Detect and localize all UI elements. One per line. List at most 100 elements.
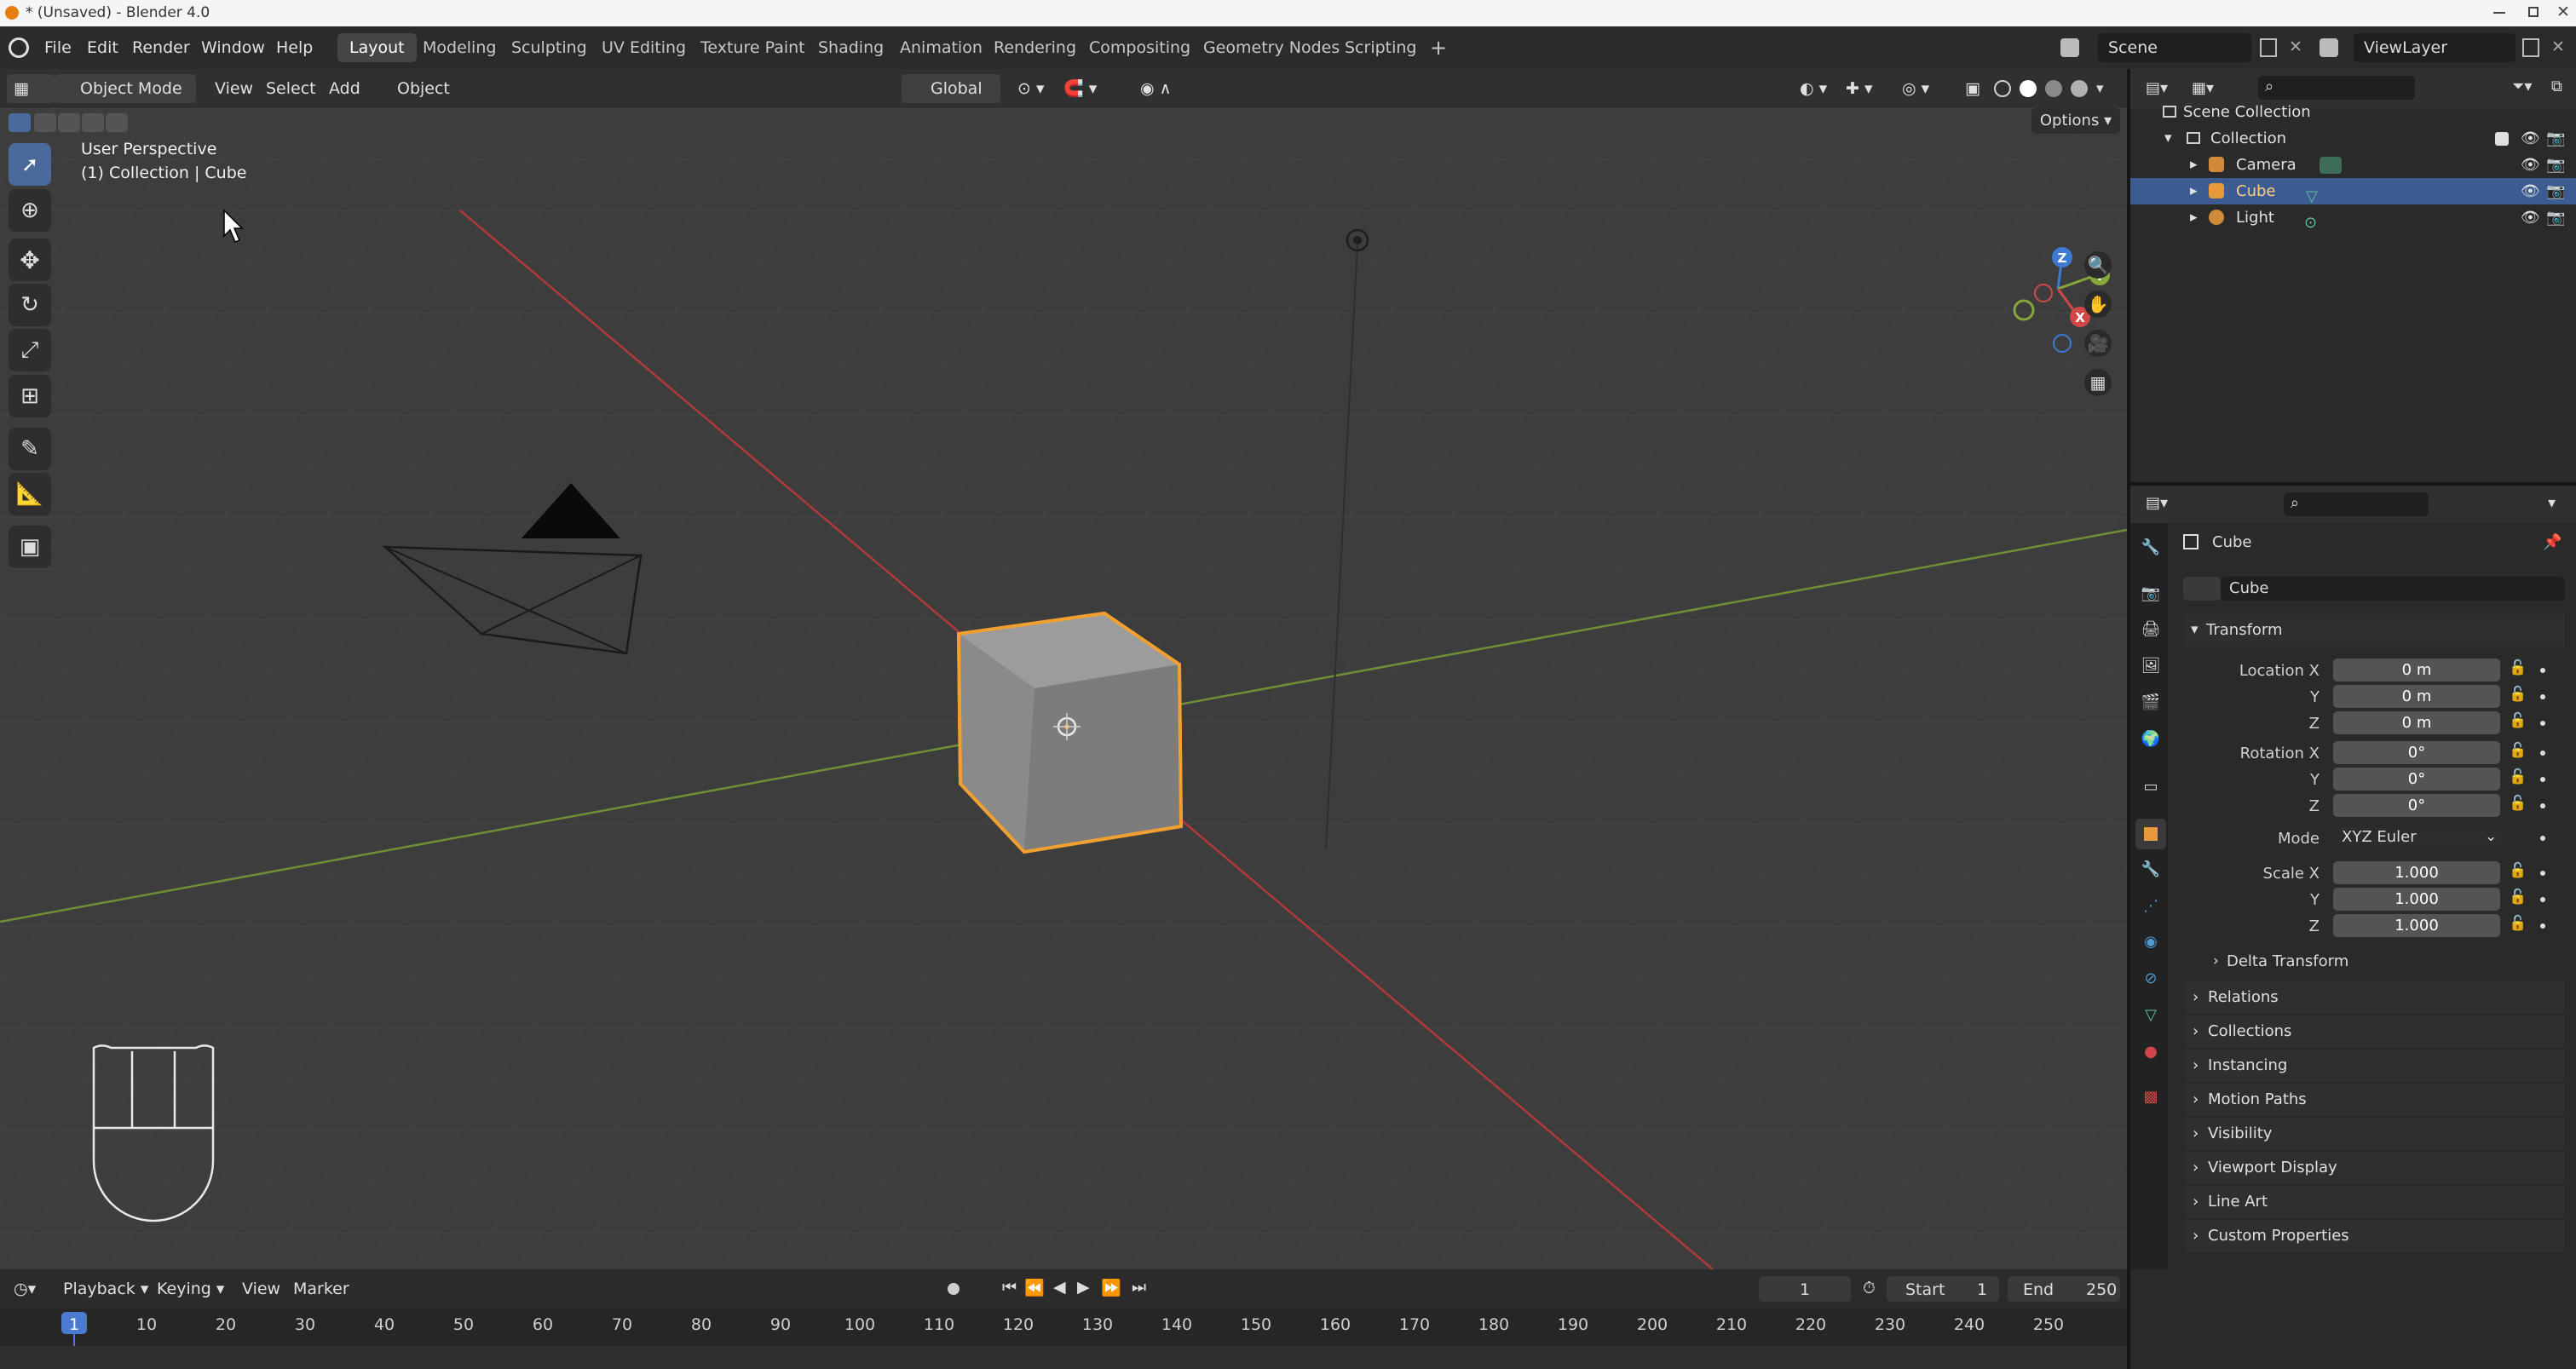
tab-layout[interactable]: Layout [337,33,417,62]
collection-tab-icon[interactable]: ▭ [2138,774,2164,799]
auto-keying-icon[interactable] [948,1283,960,1295]
cube-render-icon[interactable]: 📷 [2546,178,2565,204]
rendered-shading-icon[interactable] [2071,80,2088,97]
cube-expand-icon[interactable]: ▸ [2190,178,2198,204]
play-icon[interactable]: ▶ [1077,1278,1090,1297]
editor-type-icon[interactable]: ▦ [7,74,55,103]
pin-icon[interactable]: 📌 [2543,533,2562,551]
solid-shading-icon[interactable] [2020,80,2037,97]
marker-menu[interactable]: Marker [286,1274,356,1303]
new-view-layer-icon[interactable] [2522,38,2539,57]
tab-modeling[interactable]: Modeling [411,33,508,62]
tab-scripting[interactable]: Scripting [1333,33,1429,62]
properties-editor-type-icon[interactable]: ▤▾ [2146,494,2168,512]
rotate-tool[interactable]: ↻ [9,284,51,326]
close-icon[interactable]: ✕ [2556,3,2570,21]
keyframe-location-y-icon[interactable] [2540,694,2545,699]
render-tab-icon[interactable]: 📷 [2138,580,2164,606]
outliner-filter-icon[interactable]: ⏷▾ [2512,78,2532,95]
outliner-item-light[interactable]: ▸ Light ⊙ 👁 📷 [2130,204,2576,232]
mode-select[interactable]: Object Mode ▾ [55,74,196,127]
outliner-editor-type-icon[interactable]: ▤▾ [2146,79,2168,97]
lock-location-x-icon[interactable]: 🔓 [2509,659,2527,676]
jump-to-keyframe-back-icon[interactable]: ⏪ [1024,1278,1045,1297]
select-box-tool[interactable]: ➚ [9,143,51,186]
jump-to-end-icon[interactable]: ⏭ [1132,1278,1146,1297]
tab-uv-editing[interactable]: UV Editing [590,33,698,62]
delta-transform-subpanel[interactable]: › Delta Transform [2203,947,2565,978]
tab-sculpting[interactable]: Sculpting [499,33,599,62]
options-button[interactable]: Options ▾ [2031,108,2120,134]
play-reverse-icon[interactable]: ◀ [1053,1278,1066,1297]
scale-y-field[interactable]: 1.000 [2333,888,2500,911]
collection-expand-icon[interactable]: ▾ [2164,125,2172,152]
select-menu[interactable]: Select [259,74,323,103]
select-extend-icon[interactable] [34,113,56,132]
new-scene-icon[interactable] [2260,38,2277,57]
perspective-toggle-icon[interactable]: ▦ [2084,369,2112,396]
panel-visibility[interactable]: › Visibility [2186,1118,2565,1151]
add-workspace-icon[interactable]: + [1418,33,1459,62]
proportional-editing-icon[interactable]: ◉ ∧ [1133,74,1179,103]
lock-scale-x-icon[interactable]: 🔓 [2509,862,2527,879]
particles-tab-icon[interactable]: ⋰ [2138,893,2164,918]
modifier-tab-icon[interactable]: 🔧 [2138,856,2164,882]
pan-icon[interactable]: ✋ [2084,290,2112,318]
panel-collections[interactable]: › Collections [2186,1015,2565,1049]
rotation-y-field[interactable]: 0° [2333,768,2500,791]
wireframe-shading-icon[interactable] [1994,80,2011,97]
menu-file[interactable]: File [36,26,80,69]
menu-help[interactable]: Help [268,26,321,69]
visibility-filter-icon[interactable]: ◐ ▾ [1793,74,1834,103]
view-menu[interactable]: View [208,74,260,103]
view-layer-icon[interactable] [2320,38,2338,57]
camera-data-icon[interactable] [2320,157,2342,174]
scene-tab-icon[interactable]: 🎬 [2138,689,2164,715]
lock-scale-y-icon[interactable]: 🔓 [2509,889,2527,906]
lock-rotation-x-icon[interactable]: 🔓 [2509,742,2527,759]
timeline-track[interactable] [0,1346,2127,1369]
gizmo-toggle-icon[interactable]: ✚ ▾ [1839,74,1880,103]
cursor-tool[interactable]: ⊕ [9,189,51,232]
keyframe-mode-icon[interactable] [2540,836,2545,841]
panel-motion-paths[interactable]: › Motion Paths [2186,1084,2565,1117]
timeline-view-menu[interactable]: View [235,1274,287,1303]
remove-scene-icon[interactable]: ✕ [2289,37,2302,56]
menu-window[interactable]: Window [193,26,274,69]
outliner-collection[interactable]: ▾ Collection 👁 📷 [2130,125,2576,152]
outliner-scene-collection[interactable]: Scene Collection [2130,99,2576,125]
transform-panel-header[interactable]: ▾ Transform [2186,614,2565,647]
light-render-icon[interactable]: 📷 [2546,204,2565,231]
select-subtract-icon[interactable] [58,113,80,132]
constraints-tab-icon[interactable]: ⊘ [2138,965,2164,991]
object-name-field[interactable] [2221,577,2565,601]
shading-options-icon[interactable]: ▾ [2096,80,2104,97]
zoom-icon[interactable]: 🔍 [2084,251,2112,279]
outliner-item-cube[interactable]: ▸ Cube ▽ 👁 📷 [2130,178,2576,205]
camera-expand-icon[interactable]: ▸ [2190,152,2198,178]
rotation-z-field[interactable]: 0° [2333,794,2500,817]
display-mode-icon[interactable]: ▦▾ [2192,79,2214,97]
new-collection-icon[interactable]: ⧉ [2551,78,2562,95]
view-layer-tab-icon[interactable]: 🖼 [2138,653,2164,678]
properties-options-icon[interactable]: ▾ [2548,494,2556,512]
scene-icon[interactable] [2060,38,2079,57]
rotation-x-field[interactable]: 0° [2333,741,2500,764]
tab-geometry-nodes[interactable]: Geometry Nodes [1191,33,1351,62]
keyframe-rotation-x-icon[interactable] [2540,751,2545,756]
scale-z-field[interactable]: 1.000 [2333,914,2500,937]
outliner-search-input[interactable] [2258,76,2415,100]
location-y-field[interactable]: 0 m [2333,685,2500,708]
lock-scale-z-icon[interactable]: 🔓 [2509,915,2527,932]
cube-object[interactable] [956,611,1184,854]
output-tab-icon[interactable]: 🖨 [2138,616,2164,641]
snap-icon[interactable]: 🧲 ▾ [1057,74,1104,103]
transform-orientation-select[interactable]: Global ▾ [902,74,1000,127]
panel-line-art[interactable]: › Line Art [2186,1186,2565,1219]
keying-menu[interactable]: Keying ▾ [150,1274,231,1303]
3d-viewport[interactable]: Z Y X ➚ ⊕ ✥ ↻ ⤢ ⊞ ✎ 📐 ▣ Us [0,108,2127,1269]
scale-tool[interactable]: ⤢ [9,329,51,371]
light-expand-icon[interactable]: ▸ [2190,204,2198,231]
maximize-icon[interactable] [2528,7,2539,17]
lock-rotation-z-icon[interactable]: 🔓 [2509,795,2527,812]
